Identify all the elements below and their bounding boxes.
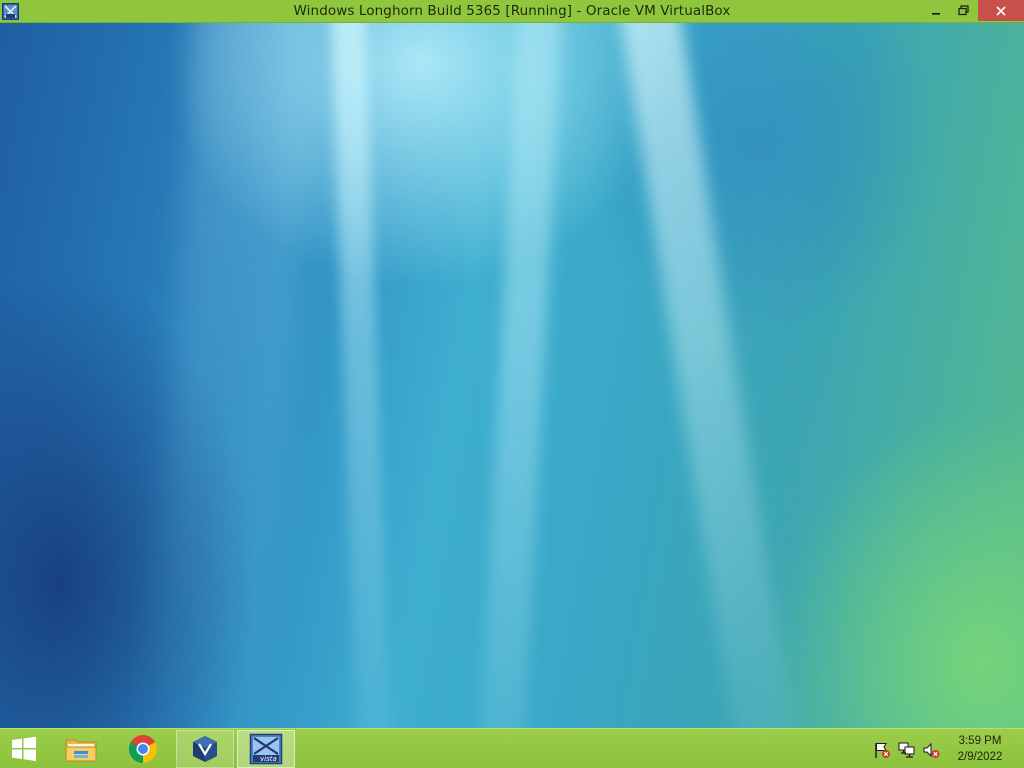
taskbar: vista 3:59 PM 2/9/2022 <box>0 728 1024 768</box>
wallpaper-light-ray <box>615 23 803 728</box>
screen: Windows Longhorn Build 5365 [Running] - … <box>0 0 1024 768</box>
window-title-bar[interactable]: Windows Longhorn Build 5365 [Running] - … <box>0 0 1024 23</box>
taskbar-clock[interactable]: 3:59 PM 2/9/2022 <box>948 733 1012 765</box>
clock-time: 3:59 PM <box>958 735 1002 747</box>
wallpaper-light-ray <box>700 23 848 728</box>
close-button[interactable] <box>978 0 1024 21</box>
action-center-flag-icon[interactable] <box>873 741 891 759</box>
minimize-icon <box>932 12 940 15</box>
taskbar-vista-vm[interactable]: vista <box>237 730 295 768</box>
wallpaper-light-ray <box>142 23 320 728</box>
minimize-button[interactable] <box>922 0 950 21</box>
clock-date: 2/9/2022 <box>957 751 1003 763</box>
windows-start-icon <box>12 736 36 761</box>
taskbar-virtualbox[interactable] <box>176 730 234 768</box>
network-icon[interactable] <box>898 741 916 759</box>
chrome-icon <box>129 735 157 763</box>
file-explorer-icon <box>65 739 97 762</box>
close-icon <box>996 5 1006 16</box>
taskbar-chrome[interactable] <box>114 730 172 768</box>
window-title: Windows Longhorn Build 5365 [Running] - … <box>293 3 731 19</box>
start-button[interactable] <box>0 730 48 768</box>
virtualbox-icon <box>193 736 217 762</box>
restore-button[interactable] <box>950 0 976 21</box>
vista-vm-label: vista <box>260 755 277 763</box>
vm-desktop[interactable] <box>0 23 1024 728</box>
taskbar-file-explorer[interactable] <box>53 730 109 768</box>
restore-icon <box>957 5 969 16</box>
wallpaper-light-ray <box>477 23 564 728</box>
wallpaper-light-ray <box>330 23 393 728</box>
volume-muted-icon[interactable] <box>922 741 940 759</box>
